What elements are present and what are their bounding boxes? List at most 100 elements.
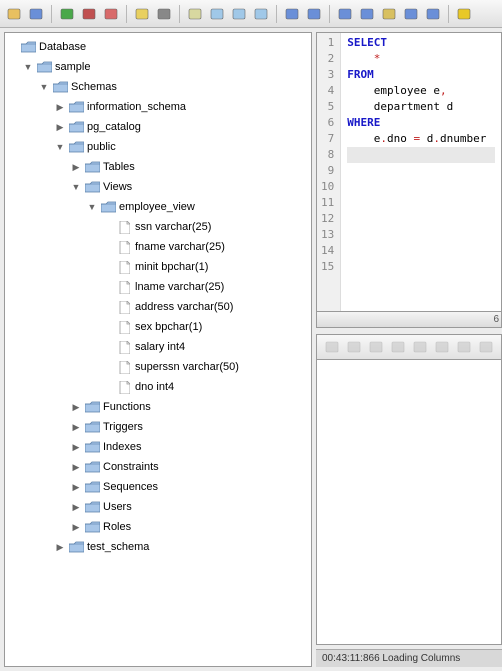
tree-node-sequences[interactable]: ▶Sequences (71, 477, 309, 497)
tree-toggle-icon[interactable]: ▶ (55, 542, 65, 552)
copy-db-icon[interactable] (101, 4, 121, 24)
tree-label: employee_view (119, 198, 195, 216)
export-red-icon[interactable] (79, 4, 99, 24)
tree-toggle-icon[interactable]: ▶ (71, 422, 81, 432)
wand-icon[interactable] (154, 4, 174, 24)
tree-node-information-schema[interactable]: ▶information_schema (55, 97, 309, 117)
tree-label: sex bpchar(1) (135, 318, 202, 336)
doc-check-icon[interactable] (251, 4, 271, 24)
tree-node-functions[interactable]: ▶Functions (71, 397, 309, 417)
file-icon (116, 380, 132, 394)
tree-toggle-icon[interactable]: ▶ (71, 402, 81, 412)
tree-node-schemas[interactable]: ▼ Schemas (39, 77, 309, 97)
tree-node-column[interactable]: lname varchar(25) (103, 277, 309, 297)
star-icon[interactable] (454, 4, 474, 24)
tree-node-roles[interactable]: ▶ Roles (71, 517, 309, 537)
folder-icon (68, 140, 84, 154)
tree-node-column[interactable]: sex bpchar(1) (103, 317, 309, 337)
tree-node-pg-catalog[interactable]: ▶pg_catalog (55, 117, 309, 137)
tree-label: fname varchar(25) (135, 238, 225, 256)
tree-label: Tables (103, 158, 135, 176)
results-grid[interactable] (316, 360, 502, 645)
tree-toggle-icon[interactable]: ▼ (71, 182, 81, 192)
rows-icon[interactable] (335, 4, 355, 24)
delete-icon[interactable] (433, 338, 451, 356)
tree-label: superssn varchar(50) (135, 358, 239, 376)
tree-node-column[interactable]: fname varchar(25) (103, 237, 309, 257)
tree-node-users[interactable]: ▶Users (71, 497, 309, 517)
rows-highlight-icon[interactable] (379, 4, 399, 24)
file-icon (116, 360, 132, 374)
tree-toggle-icon[interactable]: ▶ (55, 102, 65, 112)
rows-grid-icon[interactable] (423, 4, 443, 24)
tree-node-tables[interactable]: ▶ Tables (71, 157, 309, 177)
tree-node-indexes[interactable]: ▶Indexes (71, 437, 309, 457)
tree-node-views[interactable]: ▼Views (71, 177, 309, 197)
tree-node-test-schema[interactable]: ▶test_schema (55, 537, 309, 557)
folder-icon (84, 400, 100, 414)
prev-icon[interactable] (345, 338, 363, 356)
doc-lines-icon[interactable] (207, 4, 227, 24)
tree-toggle-icon[interactable]: ▼ (55, 142, 65, 152)
first-icon[interactable] (323, 338, 341, 356)
tree-label: Roles (103, 518, 131, 536)
folder-icon (68, 100, 84, 114)
save-icon[interactable] (26, 4, 46, 24)
tree-node-column[interactable]: address varchar(50) (103, 297, 309, 317)
tree-node-column[interactable]: salary int4 (103, 337, 309, 357)
tree-node-column[interactable]: dno int4 (103, 377, 309, 397)
tree-node-column[interactable]: superssn varchar(50) (103, 357, 309, 377)
tree-toggle-icon[interactable]: ▶ (55, 122, 65, 132)
tree-toggle-icon[interactable]: ▶ (71, 522, 81, 532)
arrow-row-icon[interactable] (401, 4, 421, 24)
tree-node-sample[interactable]: ▼ sample (23, 57, 309, 77)
folder-icon (68, 540, 84, 554)
status-text: 00:43:11:866 Loading Columns (322, 653, 460, 664)
folder-open-icon[interactable] (4, 4, 24, 24)
tree-toggle-icon[interactable]: ▶ (71, 462, 81, 472)
folder-icon (100, 200, 116, 214)
next-icon[interactable] (389, 338, 407, 356)
toolbar-separator (276, 5, 277, 23)
folder-icon (84, 500, 100, 514)
tree-toggle-icon[interactable]: ▼ (87, 202, 97, 212)
doc-icon[interactable] (185, 4, 205, 24)
tree-toggle-icon[interactable]: ▶ (71, 502, 81, 512)
editor-horizontal-scrollbar[interactable]: 6 (316, 312, 502, 328)
editor-code[interactable]: SELECT *FROM employee e, department dWHE… (341, 33, 501, 311)
stack-lines-icon[interactable] (304, 4, 324, 24)
tree-toggle-icon[interactable]: ▶ (71, 162, 81, 172)
tree-label: dno int4 (135, 378, 174, 396)
tree-toggle-icon[interactable]: ▶ (71, 482, 81, 492)
sql-editor[interactable]: 123456789101112131415 SELECT *FROM emplo… (316, 32, 502, 312)
schema-tree-panel: Database ▼ sample (4, 32, 312, 667)
file-icon (116, 340, 132, 354)
db-cylinder-icon[interactable] (132, 4, 152, 24)
tree-node-column[interactable]: minit bpchar(1) (103, 257, 309, 277)
tree-node-triggers[interactable]: ▶ Triggers (71, 417, 309, 437)
copy-icon[interactable] (455, 338, 473, 356)
schema-tree[interactable]: Database ▼ sample (7, 37, 309, 557)
status-bar: 00:43:11:866 Loading Columns (316, 649, 502, 667)
rows-icon[interactable] (367, 338, 385, 356)
file-icon (116, 300, 132, 314)
main-toolbar (0, 0, 502, 28)
toolbar-separator (448, 5, 449, 23)
doc-refresh-icon[interactable] (229, 4, 249, 24)
tree-node-column[interactable]: ssn varchar(25) (103, 217, 309, 237)
import-green-icon[interactable] (57, 4, 77, 24)
tree-toggle-icon[interactable]: ▼ (23, 62, 33, 72)
tree-node-constraints[interactable]: ▶Constraints (71, 457, 309, 477)
tree-toggle-icon[interactable]: ▶ (71, 442, 81, 452)
filter-icon[interactable] (477, 338, 495, 356)
tree-toggle-icon[interactable]: ▼ (39, 82, 49, 92)
tree-label: Triggers (103, 418, 143, 436)
toolbar-separator (179, 5, 180, 23)
tree-node-database[interactable]: Database (7, 37, 309, 57)
rows-alt-icon[interactable] (357, 4, 377, 24)
insert-icon[interactable] (411, 338, 429, 356)
file-icon (116, 260, 132, 274)
tree-node-public[interactable]: ▼public (55, 137, 309, 157)
stack-blue-icon[interactable] (282, 4, 302, 24)
tree-node-employee-view[interactable]: ▼ employee_view (87, 197, 309, 217)
